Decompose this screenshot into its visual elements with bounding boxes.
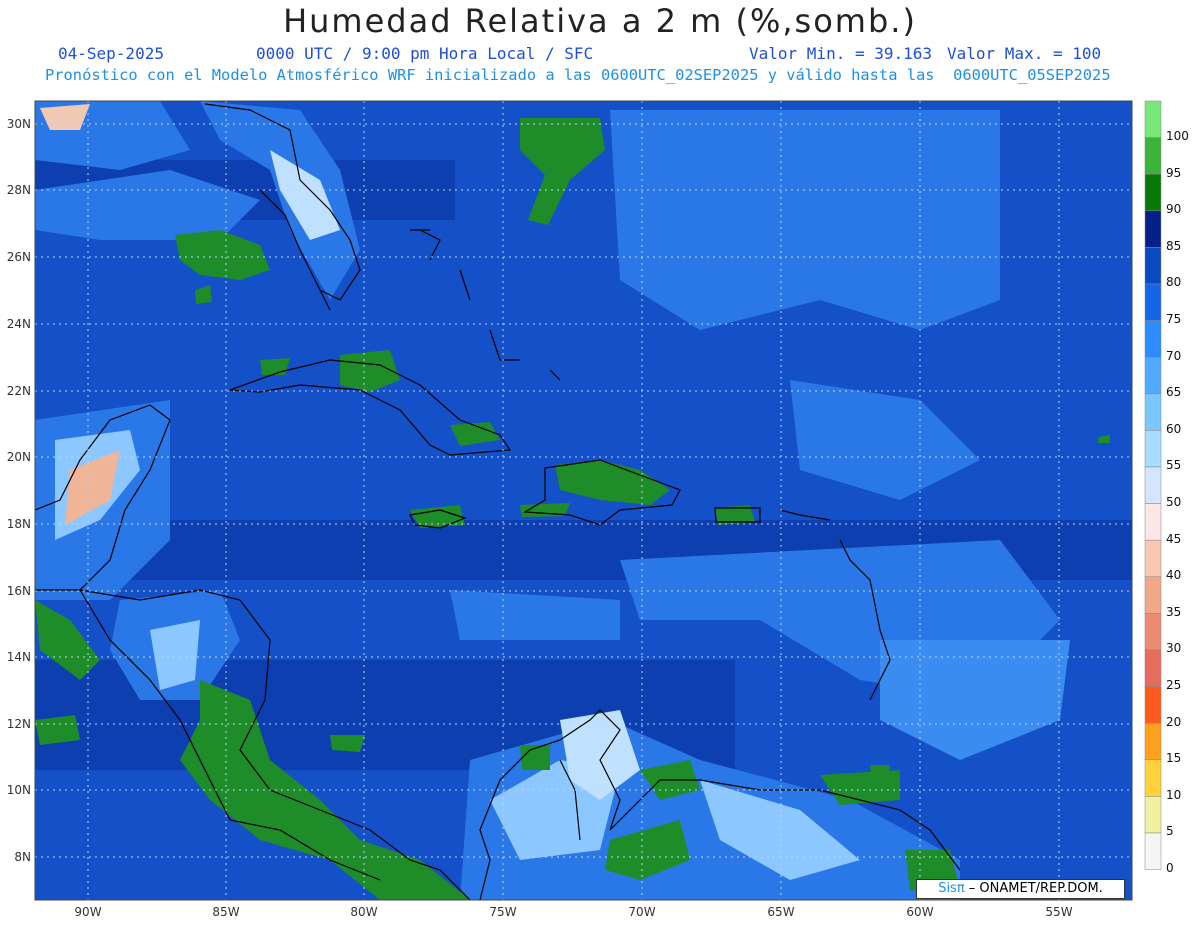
colorbar-swatch	[1144, 137, 1162, 175]
colorbar-swatch	[1144, 539, 1162, 578]
pacific-green	[35, 715, 80, 745]
colorbar-label: 80	[1166, 275, 1182, 290]
colorbar-label: 100	[1166, 129, 1189, 143]
colorbar-swatch	[1144, 430, 1162, 468]
latitude-labels: 30N 28N 26N 24N 22N 20N 18N 16N 14N 12N …	[7, 117, 31, 864]
light-region	[610, 110, 1000, 330]
colorbar-label: 10	[1166, 787, 1182, 802]
lon-label: 90W	[74, 905, 101, 919]
lat-label: 8N	[14, 850, 31, 864]
colorbar-label: 20	[1166, 714, 1182, 729]
colorbar-label: 60	[1166, 421, 1182, 436]
colorbar-swatch	[1144, 759, 1162, 797]
humidity-map: 30N 28N 26N 24N 22N 20N 18N 16N 14N 12N …	[7, 100, 1162, 919]
map-field	[35, 101, 1132, 900]
colorbar-label: 15	[1166, 751, 1182, 766]
cuba-green	[260, 358, 290, 375]
lat-label: 28N	[7, 183, 31, 197]
colorbar-swatch	[1144, 283, 1162, 321]
credit-sis: Sisπ	[938, 881, 965, 896]
colorbar-swatch	[1144, 210, 1162, 248]
colorbar-label: 55	[1166, 458, 1182, 473]
lat-label: 22N	[7, 384, 31, 398]
colorbar-label: 30	[1166, 641, 1182, 656]
green-patch	[330, 735, 365, 752]
colorbar-label: 25	[1166, 678, 1182, 692]
colorbar-swatch	[1144, 173, 1162, 212]
lon-label: 55W	[1045, 905, 1072, 919]
colorbar-label: 45	[1166, 531, 1182, 546]
lon-label: 65W	[767, 905, 794, 919]
colorbar-swatch	[1144, 503, 1162, 541]
credit-text: – ONAMET/REP.DOM.	[964, 881, 1103, 896]
colorbar-swatch	[1144, 466, 1162, 504]
colorbar-label: 35	[1166, 604, 1182, 619]
lat-label: 16N	[7, 584, 31, 598]
lat-label: 12N	[7, 717, 31, 731]
colorbar-label: 90	[1166, 202, 1182, 217]
lat-label: 14N	[7, 650, 31, 664]
colorbar-swatch	[1144, 613, 1162, 651]
colorbar-swatch	[1144, 796, 1162, 834]
green-patch	[870, 765, 890, 780]
lon-label: 80W	[350, 905, 377, 919]
colorbar-label: 70	[1166, 348, 1182, 363]
colorbar-label: 5	[1166, 824, 1174, 839]
colorbar	[1144, 100, 1162, 870]
colorbar-swatch	[1144, 686, 1162, 724]
colorbar-swatch	[1144, 832, 1162, 870]
lon-label: 75W	[489, 905, 516, 919]
colorbar-label: 95	[1166, 165, 1182, 180]
colorbar-label: 40	[1166, 568, 1182, 583]
colorbar-swatch	[1144, 576, 1162, 614]
colorbar-swatch	[1144, 393, 1162, 431]
colorbar-label: 65	[1166, 385, 1182, 400]
lat-label: 10N	[7, 783, 31, 797]
colorbar-swatch	[1144, 722, 1162, 761]
colorbar-swatch	[1144, 247, 1162, 285]
colorbar-label: 0	[1166, 861, 1174, 875]
colorbar-swatch	[1144, 320, 1162, 358]
lat-label: 24N	[7, 317, 31, 331]
longitude-labels: 90W 85W 80W 75W 70W 65W 60W 55W	[74, 905, 1072, 919]
colorbar-swatch	[1144, 356, 1162, 395]
colorbar-label: 85	[1166, 238, 1182, 253]
lat-label: 18N	[7, 517, 31, 531]
lat-label: 26N	[7, 250, 31, 264]
colorbar-swatch	[1144, 100, 1162, 138]
colorbar-swatch	[1144, 649, 1162, 687]
lon-label: 70W	[628, 905, 655, 919]
credit-box: Sisπ – ONAMET/REP.DOM.	[916, 879, 1125, 899]
colorbar-label: 50	[1166, 495, 1182, 509]
colorbar-label: 75	[1166, 312, 1182, 326]
lon-label: 60W	[906, 905, 933, 919]
lon-label: 85W	[212, 905, 239, 919]
lat-label: 30N	[7, 117, 31, 131]
lat-label: 20N	[7, 450, 31, 464]
